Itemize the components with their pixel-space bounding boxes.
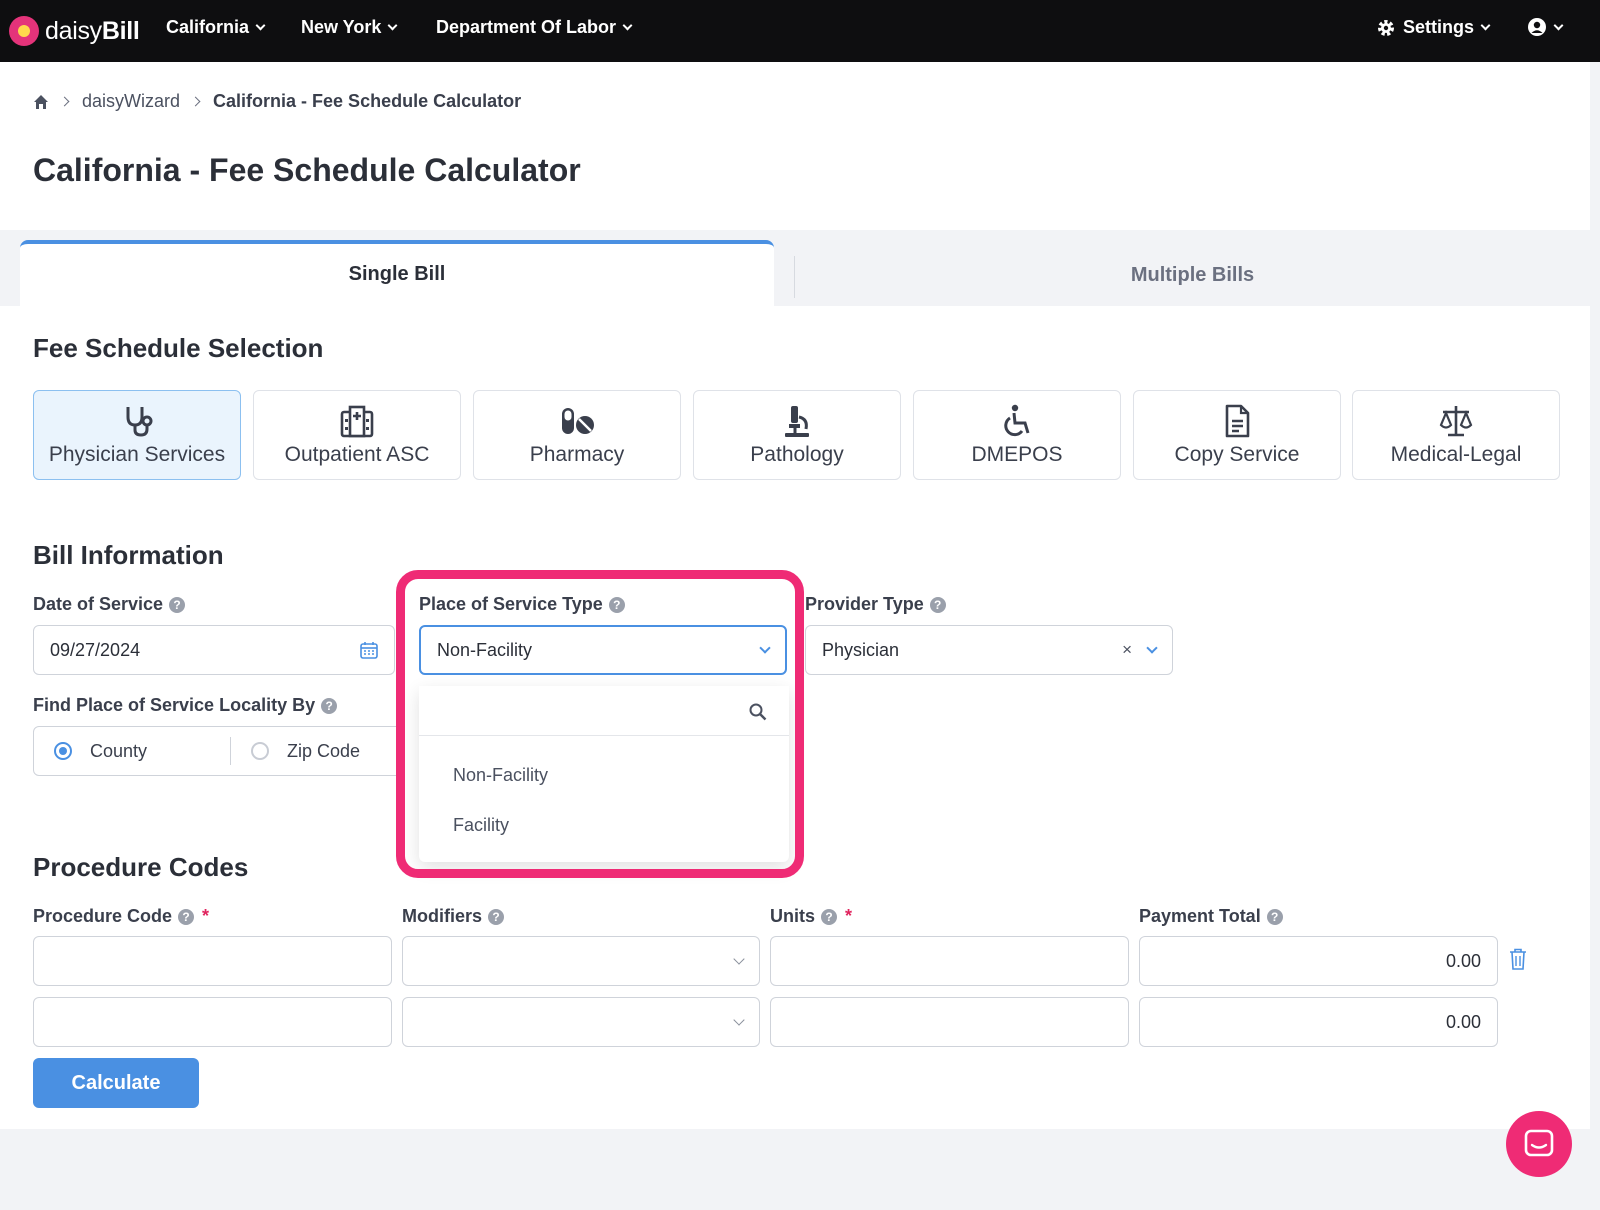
chevron-down-icon — [1146, 642, 1158, 654]
payment-total-label: Payment Total? — [1139, 906, 1283, 927]
card-label: Copy Service — [1174, 443, 1300, 466]
top-navbar: daisyBill California New York Department… — [0, 0, 1600, 62]
hospital-icon — [340, 405, 374, 438]
procedure-code-label: Procedure Code? * — [33, 906, 210, 926]
fee-card-copy-service[interactable]: Copy Service — [1133, 390, 1341, 480]
tab-single-bill[interactable]: Single Bill — [20, 240, 774, 306]
modifiers-select[interactable] — [402, 936, 760, 986]
clear-icon[interactable]: × — [1122, 640, 1132, 660]
provider-type-value: Physician — [822, 639, 900, 660]
help-icon[interactable]: ? — [929, 596, 946, 613]
daisybill-logo[interactable]: daisyBill — [9, 16, 140, 46]
breadcrumb: daisyWizard California - Fee Schedule Ca… — [33, 91, 521, 112]
stethoscope-icon — [126, 407, 153, 437]
breadcrumb-current: California - Fee Schedule Calculator — [213, 91, 522, 111]
chevron-down-icon — [622, 20, 633, 31]
provider-type-label: Provider Type? — [805, 594, 946, 615]
nav-new-york[interactable]: New York — [301, 17, 398, 38]
nav-department-of-labor[interactable]: Department Of Labor — [436, 17, 633, 38]
calculate-button[interactable]: Calculate — [33, 1058, 199, 1108]
chevron-down-icon — [1480, 20, 1491, 31]
help-icon[interactable]: ? — [169, 596, 186, 613]
fee-schedule-title: Fee Schedule Selection — [33, 333, 324, 363]
radio-county[interactable]: County — [54, 741, 210, 762]
daisy-flower-icon — [9, 16, 39, 46]
home-icon[interactable] — [33, 94, 49, 110]
card-label: Outpatient ASC — [284, 443, 430, 466]
chevron-down-icon — [1553, 20, 1564, 30]
card-label: DMEPOS — [971, 443, 1063, 466]
chevron-down-icon — [387, 20, 398, 31]
help-icon[interactable]: ? — [321, 697, 338, 714]
modifiers-select[interactable] — [402, 997, 760, 1047]
scales-icon — [1439, 406, 1473, 437]
fee-card-physician-services[interactable]: Physician Services — [33, 390, 241, 480]
pills-icon — [562, 408, 594, 434]
payment-total-field: 0.00 — [1139, 936, 1498, 986]
radio-zip-code[interactable]: Zip Code — [251, 741, 360, 762]
chevron-down-icon — [733, 1014, 745, 1026]
chat-launcher-button[interactable] — [1506, 1111, 1572, 1177]
logo-text: daisyBill — [45, 16, 140, 45]
units-label: Units? * — [770, 906, 853, 926]
card-label: Pharmacy — [529, 443, 625, 466]
highlight-annotation — [396, 570, 804, 878]
settings-menu[interactable]: Settings — [1376, 17, 1491, 38]
fee-card-outpatient-asc[interactable]: Outpatient ASC — [253, 390, 461, 480]
modifiers-label: Modifiers? — [402, 906, 505, 927]
find-locality-label: Find Place of Service Locality By? — [33, 695, 338, 716]
tab-multiple-bills[interactable]: Multiple Bills — [795, 244, 1590, 306]
date-of-service-value: 09/27/2024 — [50, 639, 141, 660]
procedure-code-input[interactable] — [33, 997, 392, 1047]
help-icon[interactable]: ? — [488, 908, 505, 925]
procedure-codes-title: Procedure Codes — [33, 852, 249, 882]
radio-divider — [230, 737, 231, 765]
breadcrumb-daisywizard[interactable]: daisyWizard — [82, 91, 180, 112]
bill-information-title: Bill Information — [33, 540, 224, 570]
help-icon[interactable]: ? — [1266, 908, 1283, 925]
date-of-service-input[interactable]: 09/27/2024 — [33, 625, 395, 675]
payment-total-field: 0.00 — [1139, 997, 1498, 1047]
user-menu[interactable] — [1527, 17, 1564, 37]
microscope-icon — [785, 406, 809, 437]
wheelchair-icon — [1004, 404, 1030, 437]
help-icon[interactable]: ? — [178, 908, 195, 925]
nav-california[interactable]: California — [166, 17, 266, 38]
radio-selected-icon — [54, 742, 72, 760]
trash-icon[interactable] — [1509, 948, 1527, 970]
units-input[interactable] — [770, 997, 1129, 1047]
card-label: Physician Services — [48, 443, 226, 466]
card-label: Pathology — [750, 443, 844, 466]
units-input[interactable] — [770, 936, 1129, 986]
procedure-code-input[interactable] — [33, 936, 392, 986]
fee-card-dmepos[interactable]: DMEPOS — [913, 390, 1121, 480]
chevron-down-icon — [255, 20, 266, 31]
document-icon — [1225, 404, 1250, 438]
calendar-icon[interactable] — [360, 641, 378, 659]
help-icon[interactable]: ? — [821, 908, 837, 925]
locality-radio-group: County Zip Code — [33, 726, 403, 776]
user-avatar-icon — [1528, 18, 1546, 36]
chat-icon — [1524, 1129, 1554, 1157]
chevron-down-icon — [733, 953, 745, 965]
page-title: California - Fee Schedule Calculator — [33, 152, 581, 188]
fee-card-pharmacy[interactable]: Pharmacy — [473, 390, 681, 480]
fee-card-medical-legal[interactable]: Medical-Legal — [1352, 390, 1560, 480]
card-label: Medical-Legal — [1390, 443, 1522, 466]
breadcrumb-separator-icon — [59, 96, 70, 107]
date-of-service-label: Date of Service? — [33, 594, 186, 615]
page-header — [0, 62, 1590, 230]
radio-unselected-icon — [251, 742, 269, 760]
fee-card-pathology[interactable]: Pathology — [693, 390, 901, 480]
breadcrumb-separator-icon — [190, 96, 201, 107]
provider-type-select[interactable]: Physician × — [805, 625, 1173, 675]
gear-icon — [1378, 19, 1394, 36]
